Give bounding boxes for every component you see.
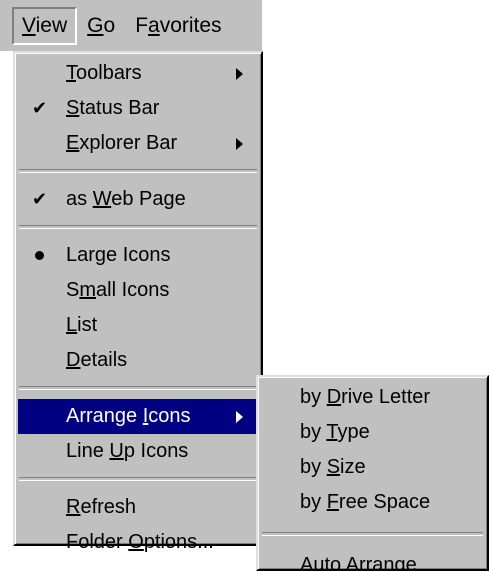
menu-favorites-accel: a: [148, 13, 160, 37]
submenu-arrow-icon: [236, 68, 243, 80]
menu-favorites-label-post: vorites: [159, 13, 222, 37]
screen: View Go Favorites Toolbars ✔ Status Bar …: [0, 0, 490, 571]
menu-item-large-icons[interactable]: Large Icons: [18, 238, 258, 273]
menu-go[interactable]: Go: [77, 7, 125, 45]
menu-item-by-free-space[interactable]: by Free Space: [261, 485, 484, 520]
menu-item-by-drive-letter[interactable]: by Drive Letter: [261, 380, 484, 415]
menu-item-label: Auto Arrange: [300, 554, 417, 571]
menu-view-accel: V: [22, 13, 36, 37]
menu-item-label: by Size: [300, 456, 366, 478]
menu-item-small-icons[interactable]: Small Icons: [18, 273, 258, 308]
menu-item-by-size[interactable]: by Size: [261, 450, 484, 485]
menu-item-label: Large Icons: [66, 244, 171, 266]
menu-separator: [19, 225, 257, 229]
view-menu: Toolbars ✔ Status Bar Explorer Bar ✔ as …: [13, 51, 263, 553]
menu-item-status-bar[interactable]: ✔ Status Bar: [18, 91, 258, 126]
menu-item-list[interactable]: List: [18, 308, 258, 343]
menu-item-details[interactable]: Details: [18, 343, 258, 378]
menu-item-label: Small Icons: [66, 279, 170, 301]
menu-item-label: Details: [66, 349, 128, 371]
menu-item-label: as Web Page: [66, 188, 186, 210]
menu-item-label: by Type: [300, 421, 370, 443]
menu-item-line-up-icons[interactable]: Line Up Icons: [18, 434, 258, 469]
menu-item-toolbars[interactable]: Toolbars: [18, 56, 258, 91]
submenu-arrow-icon: [236, 411, 243, 423]
menu-item-label: Toolbars: [66, 62, 142, 84]
menu-item-label: Arrange Icons: [66, 405, 191, 427]
menu-item-label: Explorer Bar: [66, 132, 178, 154]
menu-go-label-post: o: [103, 13, 116, 37]
menu-item-auto-arrange[interactable]: Auto Arrange: [261, 548, 484, 571]
menu-item-by-type[interactable]: by Type: [261, 415, 484, 450]
menu-item-folder-options[interactable]: Folder Options...: [18, 525, 258, 560]
menu-item-label: Refresh: [66, 496, 137, 518]
menu-favorites-label-pre: F: [135, 13, 149, 37]
menu-item-label: by Drive Letter: [300, 386, 431, 408]
arrange-icons-submenu: by Drive Letter by Type by Size by Free …: [256, 375, 489, 571]
menu-view-label-post: iew: [35, 13, 68, 37]
menu-separator: [19, 477, 257, 481]
checkmark-icon: ✔: [32, 98, 48, 118]
menu-item-label: Status Bar: [66, 97, 160, 119]
menu-view[interactable]: View: [12, 6, 78, 45]
menu-item-label: List: [66, 314, 98, 336]
menu-separator: [262, 532, 483, 536]
menu-bar: View Go Favorites: [0, 0, 262, 51]
submenu-arrow-icon: [236, 138, 243, 150]
menu-separator: [19, 386, 257, 390]
menu-item-label: by Free Space: [300, 491, 431, 513]
menu-go-accel: G: [87, 13, 104, 37]
menu-item-refresh[interactable]: Refresh: [18, 490, 258, 525]
menu-item-as-web-page[interactable]: ✔ as Web Page: [18, 182, 258, 217]
radio-bullet-icon: [35, 251, 44, 260]
menu-separator: [19, 169, 257, 173]
menu-item-label: Folder Options...: [66, 531, 214, 553]
menu-favorites[interactable]: Favorites: [125, 7, 231, 45]
menu-item-explorer-bar[interactable]: Explorer Bar: [18, 126, 258, 161]
menu-item-arrange-icons[interactable]: Arrange Icons: [18, 399, 258, 434]
menu-item-label: Line Up Icons: [66, 440, 189, 462]
checkmark-icon: ✔: [32, 189, 48, 209]
